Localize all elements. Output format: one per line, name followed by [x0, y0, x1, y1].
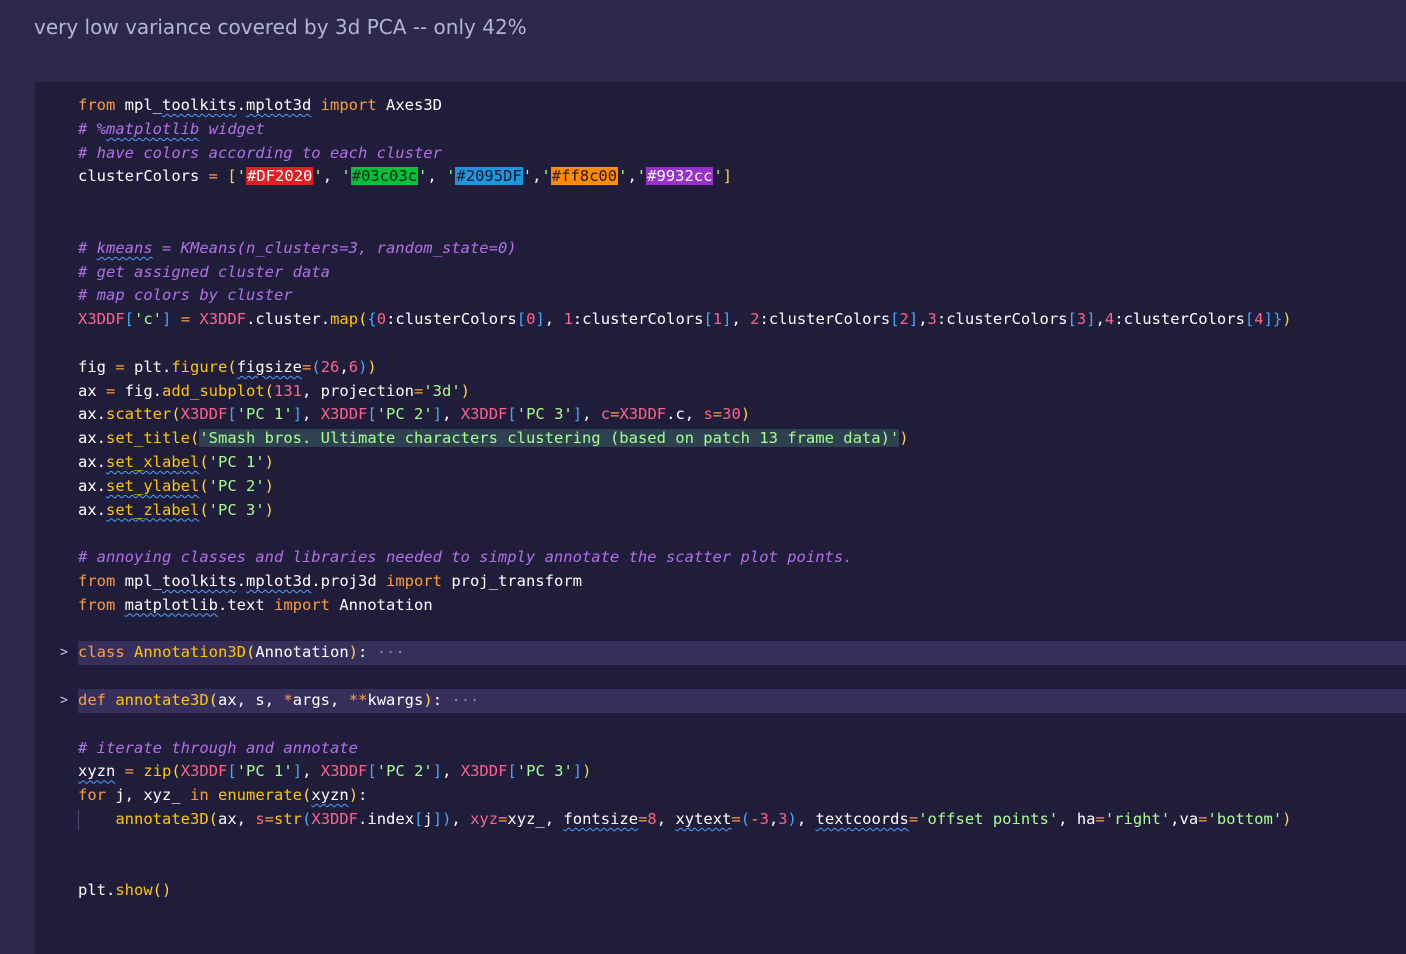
- code-line: from mpl_toolkits.mplot3d.proj3d import …: [78, 571, 582, 590]
- color-swatch-blue: #2095DF: [455, 167, 523, 186]
- folded-class-line[interactable]: > class Annotation3D(Annotation): ···: [60, 641, 1406, 666]
- code-line: ax.set_ylabel('PC 2'): [78, 476, 275, 495]
- color-swatch-orange: #ff8c00: [550, 167, 619, 186]
- code-cell[interactable]: from mpl_toolkits.mplot3d import Axes3D …: [35, 82, 1406, 954]
- code-line: ax = fig.add_subplot(131, projection='3d…: [78, 381, 471, 400]
- code-line: annotate3D(ax, s=str(X3DDF.index[j]), xy…: [78, 808, 1406, 832]
- code-line: # kmeans = KMeans(n_clusters=3, random_s…: [78, 238, 517, 257]
- code-line: ax.set_title('Smash bros. Ultimate chara…: [78, 429, 909, 448]
- chevron-right-icon[interactable]: >: [60, 689, 68, 713]
- color-swatch-purple: #9932cc: [646, 167, 714, 186]
- code-line: ax.set_xlabel('PC 1'): [78, 452, 275, 471]
- code-editor[interactable]: from mpl_toolkits.mplot3d import Axes3D …: [60, 94, 1406, 903]
- code-line: from mpl_toolkits.mplot3d import Axes3D: [78, 96, 442, 114]
- code-line: fig = plt.figure(figsize=(26,6)): [78, 357, 377, 376]
- code-line: # annoying classes and libraries needed …: [78, 548, 853, 567]
- code-line: # have colors according to each cluster: [78, 143, 442, 162]
- code-line: # %matplotlib widget: [78, 119, 265, 138]
- markdown-cell[interactable]: very low variance covered by 3d PCA -- o…: [0, 0, 1406, 62]
- code-line: # map colors by cluster: [78, 286, 293, 305]
- color-swatch-green: #03c03c: [350, 167, 419, 186]
- code-line: ax.set_zlabel('PC 3'): [78, 500, 275, 519]
- title-string: 'Smash bros. Ultimate characters cluster…: [199, 429, 900, 448]
- folded-def-line[interactable]: > def annotate3D(ax, s, *args, **kwargs):…: [60, 688, 1406, 713]
- code-line: X3DDF['c'] = X3DDF.cluster.map({0:cluste…: [78, 310, 1292, 329]
- color-swatch-red: #DF2020: [246, 167, 314, 186]
- code-line: xyzn = zip(X3DDF['PC 1'], X3DDF['PC 2'],…: [78, 762, 592, 781]
- code-line: ax.scatter(X3DDF['PC 1'], X3DDF['PC 2'],…: [78, 405, 751, 424]
- code-line: # get assigned cluster data: [78, 262, 330, 281]
- markdown-text: very low variance covered by 3d PCA -- o…: [34, 15, 527, 39]
- code-line: clusterColors = ['#DF2020', '#03c03c', '…: [78, 167, 733, 186]
- code-line: # iterate through and annotate: [78, 738, 358, 757]
- fold-ellipsis[interactable]: ···: [377, 643, 405, 661]
- chevron-right-icon[interactable]: >: [60, 641, 68, 665]
- code-line: from matplotlib.text import Annotation: [78, 595, 433, 614]
- fold-ellipsis[interactable]: ···: [451, 691, 479, 709]
- code-line: for j, xyz_ in enumerate(xyzn):: [78, 786, 368, 805]
- code-line: plt.show(): [78, 881, 172, 900]
